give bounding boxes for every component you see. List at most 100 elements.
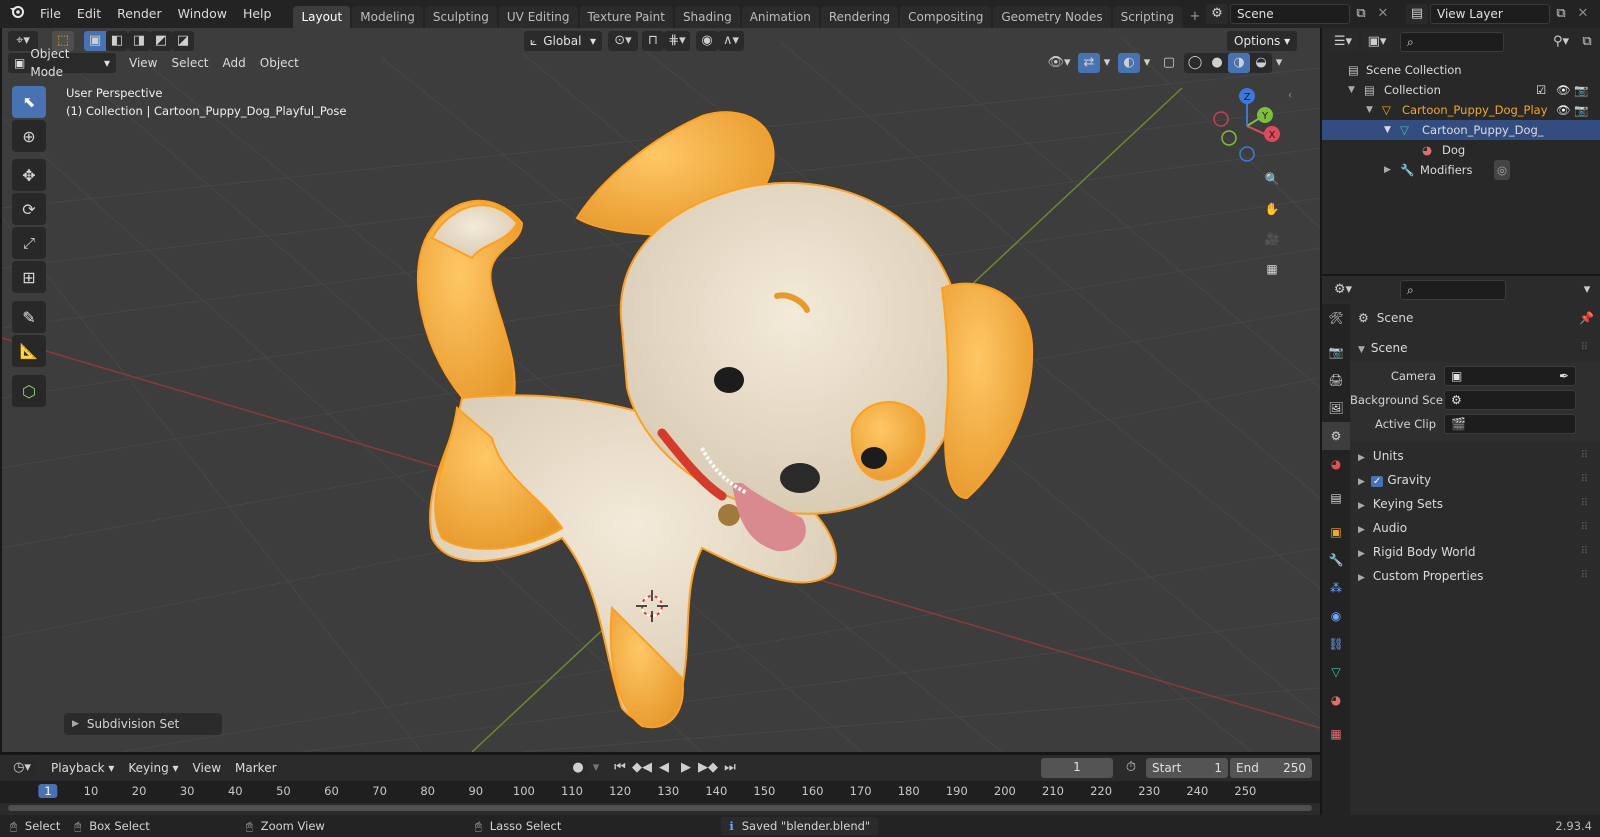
overlay-toggle-icon[interactable]: ◐ (1118, 53, 1140, 73)
keying-sets-section[interactable]: ▶ Keying Sets ⠿ (1358, 492, 1594, 516)
new-view-layer-icon[interactable]: ⧉ (1550, 4, 1572, 24)
scene-name-field[interactable]: Scene (1230, 4, 1350, 24)
menu-help[interactable]: Help (235, 0, 280, 28)
solid-shading-icon[interactable]: ● (1206, 53, 1228, 73)
transform-orientation-dropdown[interactable]: ⟀ Global ▾ (524, 31, 602, 51)
snap-icon[interactable]: ⊓ (642, 31, 664, 51)
visibility-icon[interactable]: 👁▾ (1044, 53, 1074, 73)
pivot-point-icon[interactable]: ⊙▾ (608, 31, 638, 51)
menu-file[interactable]: File (32, 0, 69, 28)
eyedropper-icon[interactable]: ✒ (1559, 367, 1569, 385)
viewport-menu-object[interactable]: Object (253, 53, 306, 73)
properties-editor-type-icon[interactable]: ⚙▾ (1328, 280, 1358, 300)
tab-texture-paint[interactable]: Texture Paint (579, 6, 673, 28)
units-section[interactable]: ▶ Units ⠿ (1358, 444, 1594, 468)
constraints-tab-icon[interactable]: ⛓ (1322, 630, 1350, 658)
properties-options-icon[interactable]: ▾ (1576, 280, 1598, 300)
proportional-edit-icon[interactable]: ◉ (696, 31, 718, 51)
ortho-grid-icon[interactable]: ▦ (1259, 256, 1285, 282)
select-intersect-icon[interactable]: ◪ (172, 31, 194, 51)
add-workspace-icon[interactable]: + (1184, 7, 1206, 27)
options-button[interactable]: Options ▾ (1227, 31, 1298, 51)
timeline-menu-keying[interactable]: Keying ▾ (121, 758, 185, 778)
jump-start-icon[interactable]: ⏮ (609, 758, 631, 778)
tab-animation[interactable]: Animation (741, 6, 819, 28)
stopwatch-icon[interactable]: ⏱ (1120, 758, 1142, 778)
start-frame-field[interactable]: Start 1 (1146, 758, 1228, 778)
menu-edit[interactable]: Edit (69, 0, 109, 28)
menu-window[interactable]: Window (170, 0, 235, 28)
last-operator-panel[interactable]: ▶ Subdivision Set (64, 713, 222, 735)
tab-geometry-nodes[interactable]: Geometry Nodes (993, 6, 1111, 28)
next-keyframe-icon[interactable]: ▶◆ (697, 758, 719, 778)
outliner-row-object[interactable]: ▼ ▽ Cartoon_Puppy_Dog_Play 👁 📷 (1322, 100, 1600, 120)
timeline-menu-marker[interactable]: Marker (228, 758, 283, 778)
neg-x-axis-icon[interactable] (1213, 111, 1229, 127)
falloff-icon[interactable]: ∧▾ (718, 31, 744, 51)
mode-dropdown[interactable]: ▣ Object Mode ▾ (8, 47, 116, 79)
viewport-menu-select[interactable]: Select (164, 53, 215, 73)
tool-tab-icon[interactable]: 🛠 (1322, 304, 1350, 332)
neg-z-axis-icon[interactable] (1239, 146, 1255, 162)
select-invert-icon[interactable]: ◩ (150, 31, 172, 51)
record-icon[interactable]: ● (567, 758, 589, 778)
material-tab-icon[interactable]: ◕ (1322, 686, 1350, 714)
camera-field[interactable]: ▣ ✒ (1444, 366, 1576, 386)
outliner-row-scene-collection[interactable]: ▤ Scene Collection (1322, 60, 1600, 80)
display-mode-icon[interactable]: ▣▾ (1362, 32, 1392, 52)
render-tab-icon[interactable]: 📷 (1322, 338, 1350, 366)
eye-icon[interactable]: 👁 (1556, 80, 1571, 100)
navigation-gizmo[interactable]: X Y Z (1207, 86, 1287, 166)
outliner-row-material[interactable]: ◕ Dog (1322, 140, 1600, 160)
snap-target-icon[interactable]: ⋕▾ (664, 31, 690, 51)
frame-ruler[interactable]: 1 10 20 30 40 50 60 70 80 90 100 110 120 130 140 150 160… (0, 781, 1320, 803)
include-checkbox-icon[interactable]: ☑ (1536, 80, 1546, 100)
texture-tab-icon[interactable]: ▦ (1322, 720, 1350, 748)
data-tab-icon[interactable]: ▽ (1322, 658, 1350, 686)
new-scene-icon[interactable]: ⧉ (1350, 4, 1372, 24)
scale-tool[interactable]: ⤢ (12, 227, 46, 259)
play-icon[interactable]: ▶ (675, 758, 697, 778)
gizmo-dropdown-icon[interactable]: ▾ (1100, 53, 1114, 73)
gravity-section[interactable]: ▶ ✓ Gravity ⠿ (1358, 468, 1594, 492)
menu-render[interactable]: Render (109, 0, 170, 28)
select-extend-icon[interactable]: ◧ (106, 31, 128, 51)
tab-scripting[interactable]: Scripting (1112, 6, 1182, 28)
outliner-search-input[interactable]: ⌕ (1400, 32, 1504, 52)
play-reverse-icon[interactable]: ◀ (653, 758, 675, 778)
cursor-tool[interactable]: ⊕ (12, 120, 46, 152)
tab-uv-editing[interactable]: UV Editing (498, 6, 578, 28)
neg-y-axis-icon[interactable] (1221, 130, 1237, 146)
pin-icon[interactable]: 📌 (1579, 311, 1594, 325)
delete-view-layer-icon[interactable]: ✕ (1572, 4, 1594, 24)
timeline-menu-view[interactable]: View (186, 758, 228, 778)
particles-tab-icon[interactable]: ⁂ (1322, 574, 1350, 602)
view-layer-tab-icon[interactable]: 🖼 (1322, 394, 1350, 422)
world-tab-icon[interactable]: ◕ (1322, 450, 1350, 478)
camera-render-icon[interactable]: 📷 (1574, 100, 1588, 120)
jump-end-icon[interactable]: ⏭ (719, 758, 741, 778)
camera-render-icon[interactable]: 📷 (1574, 80, 1588, 100)
viewport-scene[interactable] (2, 28, 1320, 752)
sidebar-toggle-icon[interactable]: ‹ (1288, 90, 1292, 101)
scene-panel-header[interactable]: ▼ Scene ⠿ (1358, 336, 1594, 360)
move-tool[interactable]: ✥ (12, 159, 46, 191)
xray-icon[interactable]: ▢ (1158, 53, 1180, 73)
wireframe-shading-icon[interactable]: ◯ (1184, 53, 1206, 73)
current-frame-field[interactable]: 1 (1041, 758, 1113, 778)
tab-rendering[interactable]: Rendering (820, 6, 899, 28)
puppy-model[interactable] (416, 111, 1034, 729)
record-dropdown-icon[interactable]: ▾ (589, 758, 603, 778)
scene-icon[interactable]: ⚙ (1206, 4, 1228, 24)
rotate-tool[interactable]: ⟳ (12, 193, 46, 225)
end-frame-field[interactable]: End 250 (1230, 758, 1312, 778)
current-frame-marker[interactable]: 1 (38, 784, 58, 798)
material-shading-icon[interactable]: ◑ (1228, 53, 1250, 73)
rigid-body-world-section[interactable]: ▶ Rigid Body World ⠿ (1358, 540, 1594, 564)
rendered-shading-icon[interactable]: ◒ (1250, 53, 1272, 73)
timeline-scrollbar[interactable] (8, 805, 1312, 811)
outliner-row-collection[interactable]: ▼ ▤ Collection ☑ 👁 📷 (1322, 80, 1600, 100)
tab-shading[interactable]: Shading (674, 6, 740, 28)
timeline-menu-playback[interactable]: Playback ▾ (44, 758, 121, 778)
tab-compositing[interactable]: Compositing (900, 6, 992, 28)
